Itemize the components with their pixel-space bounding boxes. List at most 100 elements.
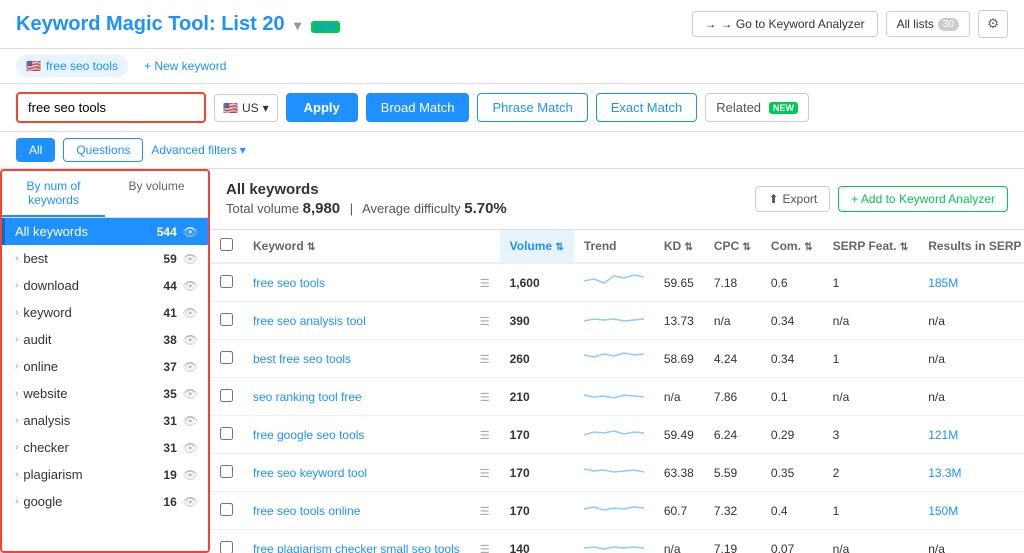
sidebar-item-plagiarism[interactable]: › plagiarism 19 👁 (2, 461, 208, 488)
row-checkbox-cell[interactable] (210, 530, 243, 553)
com-cell: 0.34 (761, 340, 823, 378)
kd-cell: 63.38 (654, 454, 704, 492)
keyword-link[interactable]: best free seo tools (253, 352, 351, 366)
results-cell: n/a (918, 530, 1024, 553)
arrow-icon: → (705, 17, 717, 31)
table-header-section: All keywords Total volume 8,980 | Averag… (210, 169, 1024, 230)
keyword-icon-cell: ☰ (470, 416, 500, 454)
sidebar-item-google[interactable]: › google 16 👁 (2, 488, 208, 515)
main-content: By num of keywords By volume All keyword… (0, 169, 1024, 553)
broad-match-button[interactable]: Broad Match (366, 93, 470, 122)
row-checkbox-cell[interactable] (210, 302, 243, 340)
serp-feat-cell: 1 (823, 263, 919, 302)
list-icon: ☰ (480, 544, 490, 553)
eye-icon: 👁 (183, 468, 198, 482)
row-checkbox[interactable] (220, 389, 233, 402)
row-checkbox[interactable] (220, 313, 233, 326)
row-checkbox-cell[interactable] (210, 263, 243, 302)
row-checkbox-cell[interactable] (210, 378, 243, 416)
keyword-link[interactable]: free seo tools (253, 276, 325, 290)
com-column-header[interactable]: Com. ⇅ (761, 230, 823, 263)
kd-column-header[interactable]: KD ⇅ (654, 230, 704, 263)
add-to-analyzer-button[interactable]: + Add to Keyword Analyzer (838, 186, 1008, 212)
list-icon: ☰ (480, 392, 490, 404)
keyword-cell: seo ranking tool free (243, 378, 470, 416)
row-checkbox-cell[interactable] (210, 492, 243, 530)
export-button[interactable]: ⬆ Export (755, 186, 830, 212)
list-count-badge: 30 (938, 18, 959, 31)
apply-button[interactable]: Apply (286, 93, 358, 122)
select-all-checkbox-header[interactable] (210, 230, 243, 263)
all-filter-button[interactable]: All (16, 138, 55, 162)
header: Keyword Magic Tool: List 20 ▾ NEW → → Go… (0, 0, 1024, 49)
cpc-cell: 7.18 (704, 263, 761, 302)
chevron-down-icon: ▾ (240, 143, 246, 157)
eye-icon: 👁 (183, 252, 198, 266)
row-checkbox-cell[interactable] (210, 454, 243, 492)
row-checkbox[interactable] (220, 427, 233, 440)
sidebar-item-analysis[interactable]: › analysis 31 👁 (2, 407, 208, 434)
chevron-right-icon: › (15, 388, 18, 399)
keyword-link[interactable]: free seo tools online (253, 504, 360, 518)
dropdown-arrow-icon[interactable]: ▾ (294, 17, 301, 33)
sidebar-item-download[interactable]: › download 44 👁 (2, 272, 208, 299)
row-checkbox-cell[interactable] (210, 416, 243, 454)
icon-column-header (470, 230, 500, 263)
sidebar-item-all-keywords[interactable]: All keywords 544 👁 (2, 218, 208, 245)
list-name: List 20 (221, 13, 284, 35)
serp-feat-column-header[interactable]: SERP Feat. ⇅ (823, 230, 919, 263)
country-selector[interactable]: 🇺🇸 US ▾ (214, 94, 278, 122)
row-checkbox-cell[interactable] (210, 340, 243, 378)
phrase-match-button[interactable]: Phrase Match (477, 93, 587, 122)
sidebar-item-count: 16 (163, 495, 176, 509)
tab-free-seo-tools[interactable]: 🇺🇸 free seo tools (16, 55, 128, 77)
row-checkbox[interactable] (220, 541, 233, 553)
chevron-right-icon: › (15, 253, 18, 264)
search-input[interactable] (16, 92, 206, 123)
tab-row: 🇺🇸 free seo tools + New keyword (0, 49, 1024, 84)
sidebar-tab-volume[interactable]: By volume (105, 171, 208, 217)
sidebar-item-audit[interactable]: › audit 38 👁 (2, 326, 208, 353)
row-checkbox[interactable] (220, 351, 233, 364)
trend-cell (574, 340, 654, 378)
row-checkbox[interactable] (220, 465, 233, 478)
sidebar-item-keyword[interactable]: › keyword 41 👁 (2, 299, 208, 326)
keyword-column-header[interactable]: Keyword ⇅ (243, 230, 470, 263)
results-column-header[interactable]: Results in SERP ⇅ (918, 230, 1024, 263)
keyword-link[interactable]: free seo keyword tool (253, 466, 367, 480)
cpc-column-header[interactable]: CPC ⇅ (704, 230, 761, 263)
settings-button[interactable]: ⚙ (978, 10, 1008, 38)
eye-icon: 👁 (183, 306, 198, 320)
keyword-link[interactable]: free seo analysis tool (253, 314, 366, 328)
keywords-table: Keyword ⇅ Volume ⇅ Trend KD ⇅ CPC ⇅ Com.… (210, 230, 1024, 553)
select-all-checkbox[interactable] (220, 238, 233, 251)
exact-match-button[interactable]: Exact Match (596, 93, 698, 122)
volume-column-header[interactable]: Volume ⇅ (500, 230, 574, 263)
row-checkbox[interactable] (220, 275, 233, 288)
trend-column-header[interactable]: Trend (574, 230, 654, 263)
related-button[interactable]: Related NEW (705, 93, 809, 122)
sidebar-item-count: 41 (163, 306, 176, 320)
sidebar-item-count: 31 (163, 414, 176, 428)
serp-feat-cell: 2 (823, 454, 919, 492)
keyword-link[interactable]: seo ranking tool free (253, 390, 362, 404)
sidebar-item-count: 544 (157, 225, 177, 239)
kd-cell: n/a (654, 530, 704, 553)
go-to-analyzer-button[interactable]: → → Go to Keyword Analyzer (692, 11, 878, 37)
advanced-filters-link[interactable]: Advanced filters ▾ (151, 143, 245, 157)
sidebar-item-best[interactable]: › best 59 👁 (2, 245, 208, 272)
keyword-link[interactable]: free plagiarism checker small seo tools (253, 542, 460, 553)
sidebar-item-checker[interactable]: › checker 31 👁 (2, 434, 208, 461)
eye-icon: 👁 (183, 360, 198, 374)
all-lists-button[interactable]: All lists 30 (886, 11, 970, 37)
country-label: US (242, 101, 259, 115)
keyword-link[interactable]: free google seo tools (253, 428, 364, 442)
questions-filter-button[interactable]: Questions (63, 138, 143, 162)
eye-icon: 👁 (183, 225, 198, 239)
sort-icon: ⇅ (555, 242, 563, 253)
new-keyword-label: + New keyword (144, 59, 226, 73)
tab-new-keyword[interactable]: + New keyword (134, 55, 236, 77)
sidebar-item-website[interactable]: › website 35 👁 (2, 380, 208, 407)
sidebar-tab-num-keywords[interactable]: By num of keywords (2, 171, 105, 217)
sidebar-item-online[interactable]: › online 37 👁 (2, 353, 208, 380)
